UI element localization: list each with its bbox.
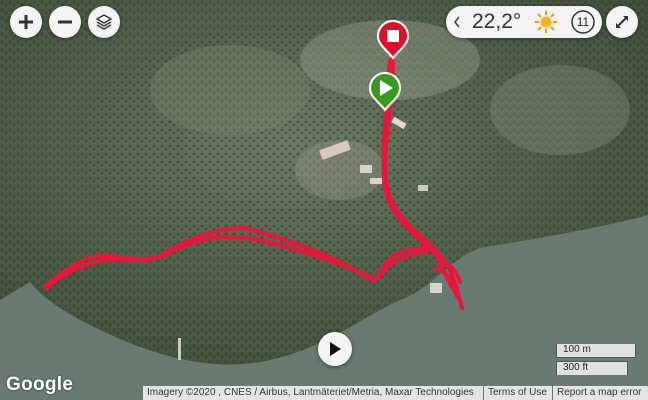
map-scale: 100 m 300 ft [556,343,636,377]
zoom-out-button[interactable] [49,6,81,38]
expand-icon [616,16,628,28]
minus-icon [58,20,72,24]
sun-icon [534,10,558,34]
play-track-button[interactable] [318,332,352,366]
weather-widget[interactable]: 22,2° 11 [446,6,602,38]
scale-imperial: 300 ft [556,361,628,375]
zoom-in-button[interactable] [10,6,42,38]
plus-icon [19,15,33,29]
temperature-label: 22,2° [472,10,522,33]
layers-icon [96,14,112,30]
chevron-left-icon[interactable] [452,14,462,30]
fullscreen-button[interactable] [606,6,638,38]
report-error-link[interactable]: Report a map error [553,386,648,400]
layers-button[interactable] [88,6,120,38]
hour-label: 11 [576,15,590,29]
imagery-attribution: Imagery ©2020 , CNES / Airbus, Lantmäter… [143,386,483,400]
terms-link[interactable]: Terms of Use [484,386,552,400]
scale-metric: 100 m [556,344,636,358]
time-selector[interactable]: 11 [570,9,596,35]
google-logo: Google [6,374,74,395]
play-icon [330,342,341,356]
